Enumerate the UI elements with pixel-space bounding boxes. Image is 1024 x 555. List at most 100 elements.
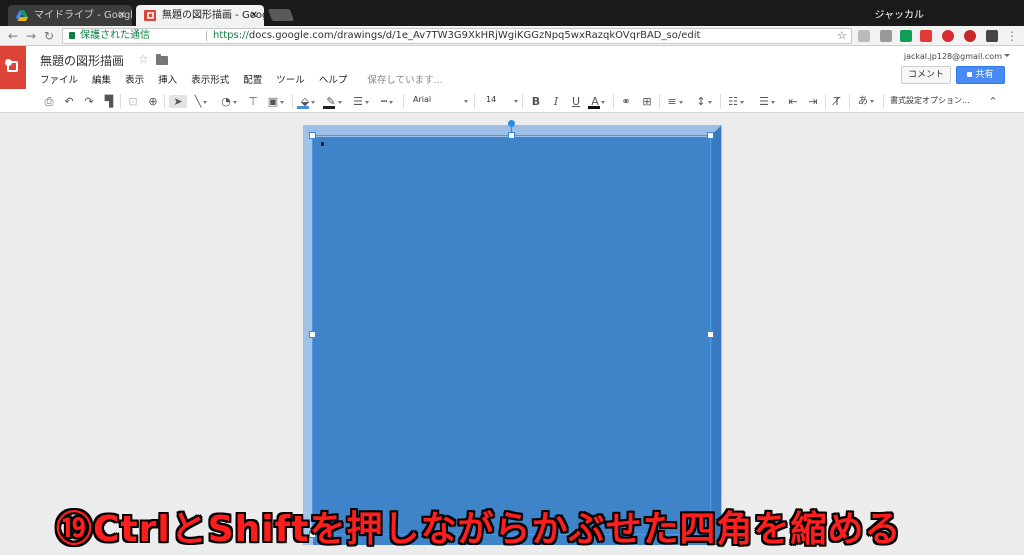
browser-menu-icon[interactable]: ⋮ — [1006, 28, 1018, 44]
italic-button[interactable]: I — [550, 95, 562, 108]
forward-icon[interactable]: → — [26, 28, 36, 44]
tab-close-icon[interactable]: ✕ — [250, 5, 258, 26]
folder-icon[interactable] — [156, 54, 168, 65]
line-spacing-icon[interactable]: ↕ — [693, 95, 715, 108]
toolbar-divider — [292, 94, 293, 109]
profile-name[interactable]: ジャッカル — [875, 6, 925, 21]
resize-handle-top-right[interactable] — [707, 132, 714, 139]
menu-format[interactable]: 表示形式 — [191, 75, 229, 86]
google-drive-icon — [16, 10, 28, 21]
font-family-select[interactable]: Arial — [413, 95, 431, 104]
resize-handle-left[interactable] — [309, 331, 316, 338]
address-bar[interactable]: 保護された通信 https://docs.google.com/drawings… — [62, 28, 852, 44]
border-weight-icon[interactable]: ☰ — [350, 95, 372, 108]
tab-close-icon[interactable]: ✕ — [118, 5, 126, 26]
image-icon[interactable]: ▣ — [265, 95, 287, 108]
font-size-select[interactable]: 14 — [486, 95, 496, 104]
reload-icon[interactable]: ↻ — [44, 28, 54, 44]
url-scheme: https:// — [213, 30, 249, 41]
account-email[interactable]: jackal.jp128@gmail.com — [904, 52, 1002, 61]
paint-format-icon[interactable]: ▜ — [102, 95, 116, 108]
toolbar-divider — [883, 94, 884, 109]
toolbar-divider — [403, 94, 404, 109]
tab-google-drive[interactable]: マイドライブ - Google ドライ ✕ — [8, 5, 132, 26]
font-size-caret-icon[interactable] — [514, 100, 518, 103]
shape-tool-icon[interactable]: ◔ — [218, 95, 240, 108]
select-tool-icon[interactable]: ➤ — [169, 95, 187, 108]
star-icon[interactable]: ☆ — [138, 52, 149, 66]
browser-toolbar: ← → ↻ 保護された通信 https://docs.google.com/dr… — [0, 26, 1024, 46]
browser-tab-strip: マイドライブ - Google ドライ ✕ 無題の図形描画 - Google ✕… — [0, 0, 1024, 26]
toolbar-divider — [659, 94, 660, 109]
format-options-button[interactable]: 書式設定オプション... — [890, 95, 970, 106]
bookmark-star-icon[interactable]: ☆ — [837, 29, 847, 43]
new-tab-button[interactable] — [267, 9, 295, 21]
account-caret-icon[interactable] — [1004, 54, 1010, 57]
docs-header: 無題の図形描画 ☆ ファイル 編集 表示 挿入 表示形式 配置 ツール ヘルプ … — [0, 46, 1024, 90]
resize-handle-top-left[interactable] — [309, 132, 316, 139]
drawings-logo[interactable] — [0, 46, 26, 89]
menu-file[interactable]: ファイル — [40, 75, 78, 86]
text-box-icon[interactable]: ⊤ — [246, 95, 260, 108]
zoom-fit-icon[interactable]: ⊡ — [126, 95, 140, 108]
align-icon[interactable]: ≡ — [664, 95, 686, 108]
extension-icon[interactable] — [880, 30, 892, 42]
underline-button[interactable]: U — [570, 95, 582, 108]
google-drawings-icon — [144, 10, 156, 21]
collapse-toolbar-icon[interactable]: ⌃ — [986, 95, 1000, 108]
menu-edit[interactable]: 編集 — [92, 75, 111, 86]
clear-formatting-icon[interactable]: T̸ — [830, 95, 844, 108]
print-icon[interactable]: ⎙ — [42, 95, 56, 108]
bold-button[interactable]: B — [530, 95, 542, 108]
rotation-handle[interactable] — [508, 120, 515, 127]
bulleted-list-icon[interactable]: ☰ — [756, 95, 778, 108]
text-color-swatch — [588, 106, 600, 109]
saving-status: 保存しています... — [367, 75, 443, 86]
input-tools-button[interactable]: あ — [855, 95, 877, 108]
address-divider — [206, 31, 207, 41]
extension-icon[interactable] — [858, 30, 870, 42]
input-tools-label: あ — [858, 96, 868, 107]
increase-indent-icon[interactable]: ⇥ — [806, 95, 820, 108]
back-icon[interactable]: ← — [8, 28, 18, 44]
selection-box — [312, 135, 711, 535]
menu-tools[interactable]: ツール — [276, 75, 305, 86]
extension-icon[interactable] — [942, 30, 954, 42]
menu-insert[interactable]: 挿入 — [158, 75, 177, 86]
share-button[interactable]: 共有 — [956, 66, 1005, 84]
undo-icon[interactable]: ↶ — [62, 95, 76, 108]
toolbar-divider — [613, 94, 614, 109]
resize-handle-right[interactable] — [707, 331, 714, 338]
menu-arrange[interactable]: 配置 — [243, 75, 262, 86]
menu-help[interactable]: ヘルプ — [319, 75, 348, 86]
redo-icon[interactable]: ↷ — [82, 95, 96, 108]
document-title[interactable]: 無題の図形描画 — [40, 52, 124, 69]
extension-icon[interactable] — [920, 30, 932, 42]
drive-extension-icon[interactable] — [900, 30, 912, 42]
font-family-caret-icon[interactable] — [464, 100, 468, 103]
toolbar-divider — [474, 94, 475, 109]
url-path: docs.google.com/drawings/d/1e_Av7TW3G9Xk… — [248, 30, 701, 41]
toolbar-divider — [720, 94, 721, 109]
adblock-icon[interactable] — [964, 30, 976, 42]
zoom-icon[interactable]: ⊕ — [146, 95, 160, 108]
secure-label: 保護された通信 — [80, 30, 150, 41]
extension-icon[interactable] — [986, 30, 998, 42]
numbered-list-icon[interactable]: ☷ — [725, 95, 747, 108]
link-icon[interactable]: ⚭ — [619, 95, 633, 108]
tab-google-drawings[interactable]: 無題の図形描画 - Google ✕ — [136, 5, 264, 26]
border-color-swatch — [323, 106, 335, 109]
border-dash-icon[interactable]: ┅ — [376, 95, 398, 108]
decrease-indent-icon[interactable]: ⇤ — [786, 95, 800, 108]
comment-add-icon[interactable]: ⊞ — [640, 95, 654, 108]
lock-icon — [69, 32, 75, 39]
comment-button[interactable]: コメント — [901, 66, 951, 84]
menu-view[interactable]: 表示 — [125, 75, 144, 86]
logo-circle — [5, 59, 12, 66]
line-tool-icon[interactable]: ╲ — [191, 95, 211, 108]
resize-handle-top[interactable] — [508, 132, 515, 139]
instruction-caption: ⑲CtrlとShiftを押しながらかぶせた四角を縮める — [56, 509, 902, 550]
menu-bar: ファイル 編集 表示 挿入 表示形式 配置 ツール ヘルプ 保存しています... — [40, 72, 454, 86]
toolbar-divider — [849, 94, 850, 109]
lock-icon — [967, 72, 973, 77]
